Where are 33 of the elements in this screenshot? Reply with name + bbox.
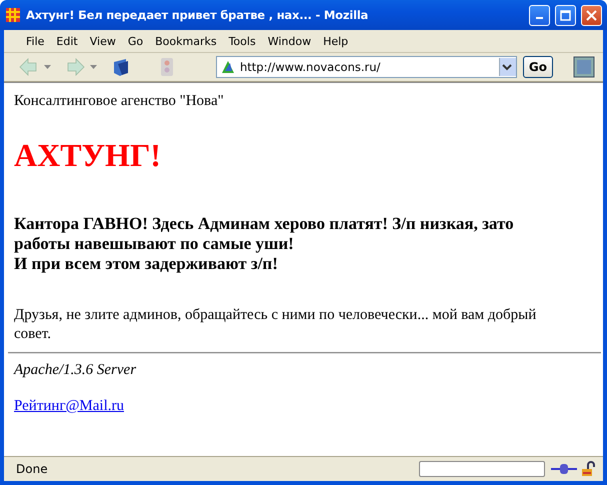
menu-item[interactable]: Go: [122, 32, 150, 50]
menu-item[interactable]: File: [20, 32, 50, 50]
rating-link[interactable]: Рейтинг@Mail.ru: [14, 398, 124, 415]
menu-item[interactable]: Edit: [50, 32, 84, 50]
menu-item[interactable]: Help: [317, 32, 354, 50]
page-icon: [220, 59, 236, 75]
menu-item[interactable]: Window: [262, 32, 318, 50]
close-icon: [586, 10, 597, 20]
menu-item[interactable]: Bookmarks: [149, 32, 223, 50]
plug-icon[interactable]: [551, 463, 577, 475]
app-icon: [5, 7, 21, 23]
page-heading: АХТУНГ!: [14, 136, 162, 174]
minimize-button[interactable]: [529, 4, 550, 26]
menu-item[interactable]: View: [84, 32, 122, 50]
status-text: Done: [16, 462, 49, 476]
window-title: Ахтунг! Бел передает привет братве , нах... - Mozilla: [26, 8, 370, 22]
menu-item[interactable]: Tools: [222, 32, 262, 50]
address-field[interactable]: http://www.novacons.ru/: [240, 60, 495, 74]
dropdown-button[interactable]: [498, 58, 516, 76]
throbber-icon: [573, 56, 595, 78]
advice-text: Друзья, не злите админов, обращайтесь с ними по человечески... мой вам добрый совет.: [14, 306, 538, 344]
dropdown-arrow-icon[interactable]: [44, 65, 51, 69]
maximize-button[interactable]: [555, 4, 576, 26]
complaint-text: Кантора ГАВНО! Здесь Админам херово платят! З/п низкая, зато работы навешывают по самые уши! И при всем этом задерживают з/п!: [14, 214, 515, 274]
go-button[interactable]: Go: [522, 56, 553, 78]
minimize-icon: [536, 17, 543, 19]
padlock-icon[interactable]: [581, 461, 597, 477]
company-name: Консалтинговое агенство "Нова": [14, 93, 225, 110]
dropdown-arrow-icon[interactable]: [90, 65, 97, 69]
address-bar[interactable]: http://www.novacons.ru/: [216, 56, 517, 78]
server-signature: Apache/1.3.6 Server: [14, 362, 138, 379]
close-button[interactable]: [581, 4, 602, 26]
maximize-icon: [560, 10, 571, 20]
